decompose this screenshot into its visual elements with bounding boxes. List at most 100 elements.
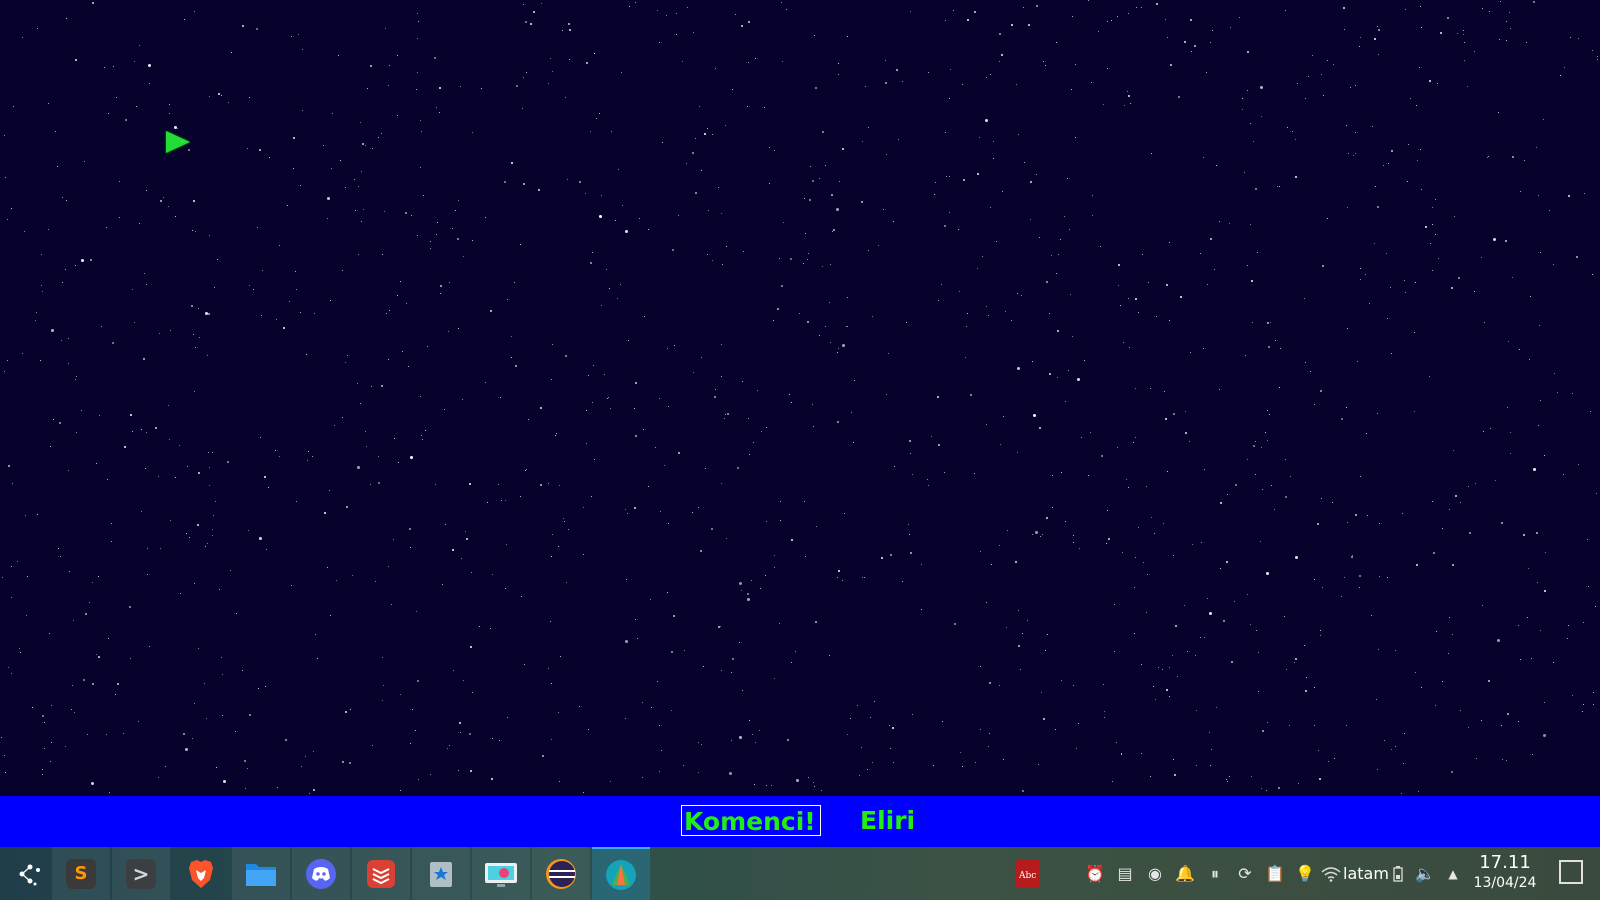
star (825, 326, 826, 327)
star (295, 271, 296, 272)
expand-tray-button[interactable]: ▲ (1443, 847, 1463, 900)
star (42, 774, 43, 775)
star (507, 299, 508, 300)
star (928, 485, 929, 486)
star (1395, 650, 1396, 651)
star (642, 702, 643, 703)
image-viewer-icon (430, 861, 452, 887)
star (635, 2, 636, 3)
star (1378, 649, 1379, 650)
task-file-manager[interactable] (232, 847, 290, 900)
battery-tray-button[interactable] (1389, 847, 1407, 900)
star (1455, 495, 1457, 497)
task-brave-browser[interactable] (172, 847, 230, 900)
task-todoist[interactable] (352, 847, 410, 900)
star (644, 316, 645, 317)
star (1017, 293, 1018, 294)
star (832, 231, 833, 232)
star (1507, 713, 1509, 715)
star (861, 747, 862, 748)
star (699, 106, 700, 107)
star (851, 412, 852, 413)
star (626, 579, 627, 580)
star (511, 162, 513, 164)
show-desktop-button[interactable] (1559, 860, 1583, 884)
star (739, 582, 742, 585)
star (829, 655, 830, 656)
volume-tray-button[interactable]: 🔈 (1413, 847, 1437, 900)
task-game-app[interactable] (592, 847, 650, 900)
lightbulb-tray-button[interactable]: 💡 (1293, 847, 1317, 900)
star (1079, 548, 1080, 549)
star (1379, 576, 1380, 577)
star (381, 385, 383, 387)
update-tray-button[interactable]: ⟳ (1233, 847, 1257, 900)
notifications-tray-button[interactable]: 🔔 (1173, 847, 1197, 900)
star (912, 474, 913, 475)
star (194, 11, 195, 12)
task-discord[interactable] (292, 847, 350, 900)
star (269, 157, 270, 158)
star (813, 426, 814, 427)
star (1209, 732, 1210, 733)
star (687, 7, 688, 8)
star (1346, 125, 1347, 126)
alarm-tray-button[interactable]: ⏰ (1083, 847, 1107, 900)
star (1071, 89, 1072, 90)
star (999, 61, 1000, 62)
star (247, 768, 248, 769)
star (747, 593, 749, 595)
star (1391, 749, 1392, 750)
star (765, 575, 766, 576)
star (657, 681, 658, 682)
star (315, 634, 316, 635)
task-eclipse[interactable] (532, 847, 590, 900)
star (75, 59, 77, 61)
star (1295, 139, 1296, 140)
star (1116, 742, 1117, 743)
star (743, 251, 744, 252)
star (485, 382, 486, 383)
star (205, 546, 206, 547)
star (192, 230, 193, 231)
star (124, 446, 126, 448)
star (815, 87, 817, 89)
quit-game-option[interactable]: Eliri (858, 805, 917, 836)
keyboard-layout-button[interactable]: latam (1343, 847, 1389, 900)
discord-tray-button[interactable]: ◉ (1143, 847, 1167, 900)
start-game-option[interactable]: Komenci! (681, 805, 821, 836)
star (112, 342, 114, 344)
star (974, 473, 975, 474)
star (1260, 541, 1261, 542)
notes-tray-button[interactable]: ▤ (1113, 847, 1137, 900)
application-launcher-button[interactable] (0, 847, 58, 900)
clipboard-tray-button[interactable]: 📋 (1263, 847, 1287, 900)
star (1024, 162, 1025, 163)
star (1057, 330, 1059, 332)
star (1073, 685, 1074, 686)
star (358, 186, 359, 187)
task-image-viewer[interactable] (412, 847, 470, 900)
star (1064, 216, 1065, 217)
media-tray-button[interactable]: ⏸ (1203, 847, 1227, 900)
star (1490, 428, 1491, 429)
star (1341, 418, 1343, 420)
star (1355, 132, 1356, 133)
star (195, 231, 196, 232)
dictionary-tray-button[interactable]: Abc (1012, 847, 1044, 900)
star (1007, 530, 1008, 531)
star (796, 779, 799, 782)
star (1092, 215, 1093, 216)
wifi-tray-button[interactable] (1320, 847, 1342, 900)
star (1223, 620, 1225, 622)
task-sublime-text[interactable]: S (52, 847, 110, 900)
star (766, 427, 767, 428)
star (169, 113, 170, 114)
task-screenshot-tool[interactable] (472, 847, 530, 900)
task-terminal[interactable]: > (112, 847, 170, 900)
star (242, 25, 244, 27)
digital-clock[interactable]: 17.11 13/04/24 (1470, 852, 1540, 892)
star (1121, 753, 1122, 754)
star (686, 163, 687, 164)
star (1544, 590, 1546, 592)
